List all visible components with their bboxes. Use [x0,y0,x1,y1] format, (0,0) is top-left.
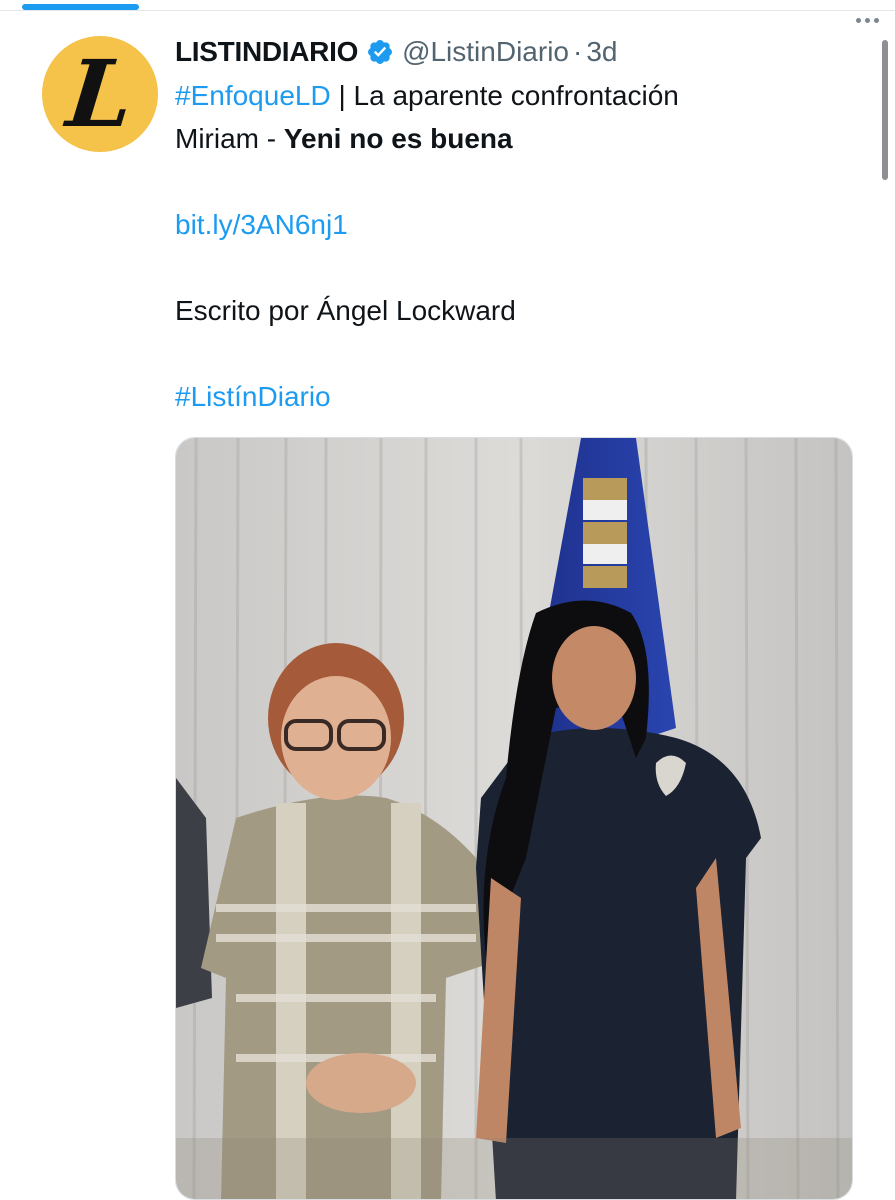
photo-illustration [176,438,852,1199]
avatar[interactable]: L [42,36,158,152]
author-display-name[interactable]: LISTINDIARIO [175,36,358,68]
hashtag-listindiario[interactable]: #ListínDiario [175,381,331,412]
tweet-text-segment: | La aparente confrontación [330,80,679,111]
verified-badge-icon [368,40,393,64]
avatar-logo-letter: L [61,40,139,148]
hashtag-enfoqueld[interactable]: #EnfoqueLD [175,80,331,111]
meta-separator: · [572,36,583,67]
tweet-text-line-1: #EnfoqueLD | La aparente confrontación [175,74,865,117]
scrollbar[interactable] [882,40,888,180]
tweet-text-bold-segment: Yeni no es buena [283,123,513,154]
top-divider [0,10,895,11]
tweet-body: LISTINDIARIO @ListinDiario · 3d #Enfoque… [175,30,865,418]
tweet-short-link[interactable]: bit.ly/3AN6nj1 [175,209,348,240]
tweet-header: LISTINDIARIO @ListinDiario · 3d [175,30,865,74]
more-options-icon[interactable] [856,18,879,23]
tweet-author-credit: Escrito por Ángel Lockward [175,295,516,326]
tweet-text-line-2: Miriam - Yeni no es buena [175,117,865,160]
tweet-hashtag-line: #ListínDiario [175,375,865,418]
tweet-screen: L LISTINDIARIO @ListinDiario · 3d #Enfoq… [0,0,895,1200]
tweet-photo[interactable] [175,437,853,1200]
author-handle[interactable]: @ListinDiario [402,36,569,68]
tweet-text-segment: Miriam - [175,123,284,154]
tweet-link-line: bit.ly/3AN6nj1 [175,203,865,246]
tweet-time[interactable]: 3d [586,36,617,68]
